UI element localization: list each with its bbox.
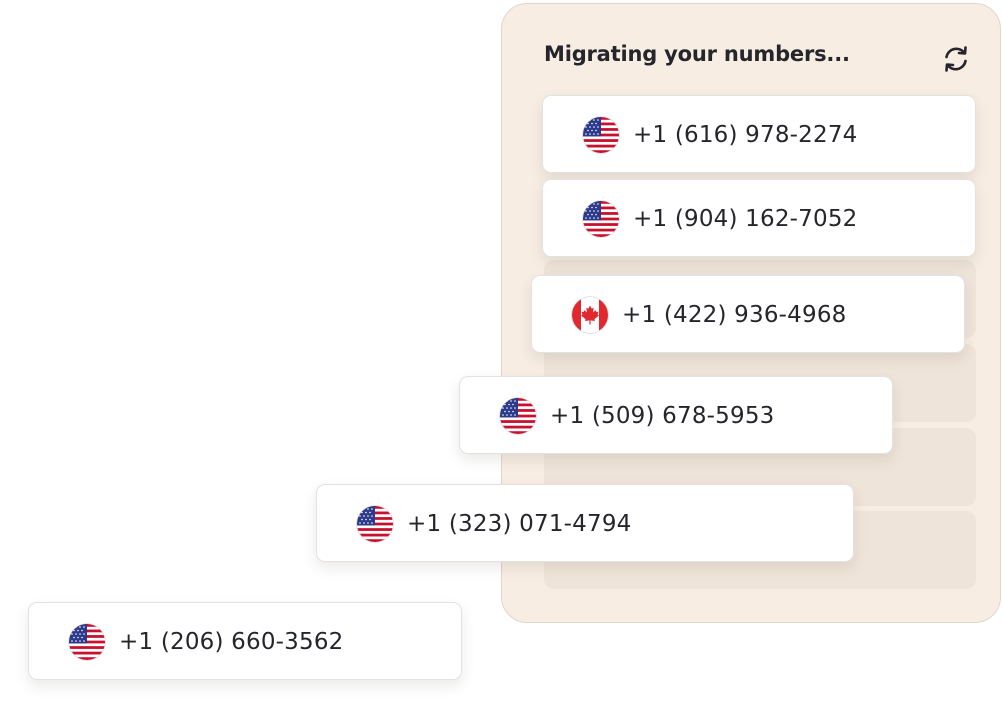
- phone-number: +1 (323) 071-4794: [407, 511, 632, 537]
- phone-number: +1 (616) 978-2274: [633, 122, 858, 148]
- phone-number: +1 (422) 936-4968: [622, 302, 847, 328]
- us-flag-icon: [583, 201, 619, 237]
- us-flag-icon: [583, 117, 619, 153]
- us-flag-icon: [357, 506, 393, 542]
- phone-number-card[interactable]: +1 (206) 660-3562: [28, 602, 462, 680]
- phone-number-card[interactable]: +1 (422) 936-4968: [531, 275, 965, 353]
- migration-illustration: Migrating your numbers... +1 (616) 978-2…: [0, 0, 1003, 726]
- us-flag-icon: [69, 624, 105, 660]
- phone-number: +1 (509) 678-5953: [550, 403, 775, 429]
- refresh-icon[interactable]: [940, 43, 972, 75]
- panel-title: Migrating your numbers...: [544, 42, 850, 66]
- phone-number-card[interactable]: +1 (904) 162-7052: [542, 179, 976, 257]
- phone-number-card[interactable]: +1 (509) 678-5953: [459, 376, 893, 454]
- phone-number-card[interactable]: +1 (323) 071-4794: [316, 484, 854, 562]
- phone-number: +1 (904) 162-7052: [633, 206, 858, 232]
- canada-flag-icon: [572, 297, 608, 333]
- phone-number: +1 (206) 660-3562: [119, 629, 344, 655]
- us-flag-icon: [500, 398, 536, 434]
- phone-number-card[interactable]: +1 (616) 978-2274: [542, 95, 976, 173]
